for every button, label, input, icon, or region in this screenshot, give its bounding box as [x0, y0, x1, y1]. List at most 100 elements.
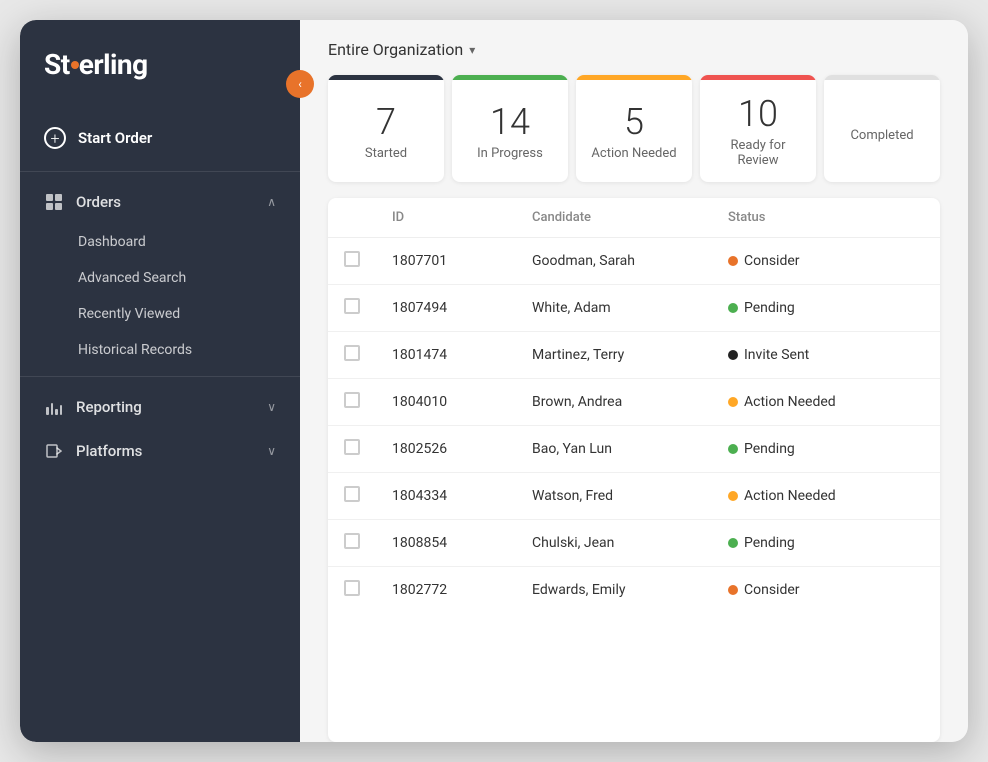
stat-card-action-needed[interactable]: 5 Action Needed [576, 75, 692, 182]
checkbox-input[interactable] [344, 345, 360, 361]
chevron-down-icon-platforms: ∨ [267, 444, 276, 458]
checkbox-input[interactable] [344, 392, 360, 408]
table-body: 1807701 Goodman, Sarah Consider 1807494 … [328, 238, 940, 613]
status-label: Invite Sent [744, 347, 809, 363]
status-label: Pending [744, 300, 795, 316]
sidebar-sub-item-dashboard[interactable]: Dashboard [20, 224, 300, 260]
status-label: Pending [744, 441, 795, 457]
table-row[interactable]: 1804334 Watson, Fred Action Needed [328, 473, 940, 520]
stat-card-started[interactable]: 7 Started [328, 75, 444, 182]
sidebar-collapse-button[interactable]: ‹ [286, 70, 314, 98]
row-id: 1802772 [392, 582, 532, 598]
nav-divider-2 [20, 376, 300, 377]
orders-table: ID Candidate Status 1807701 Goodman, Sar… [328, 198, 940, 742]
start-order-button[interactable]: + Start Order [20, 113, 300, 163]
row-checkbox[interactable] [344, 298, 392, 318]
status-dot-icon [728, 585, 738, 595]
checkbox-input[interactable] [344, 439, 360, 455]
stat-card-completed[interactable]: Completed [824, 75, 940, 182]
logo-dot [71, 61, 79, 69]
org-selector-label: Entire Organization [328, 40, 463, 59]
row-status: Pending [728, 441, 924, 457]
nav-divider [20, 171, 300, 172]
grid-icon [44, 192, 64, 212]
table-row[interactable]: 1802526 Bao, Yan Lun Pending [328, 426, 940, 473]
sidebar-sub-item-recently-viewed[interactable]: Recently Viewed [20, 296, 300, 332]
row-status: Consider [728, 253, 924, 269]
table-row[interactable]: 1801474 Martinez, Terry Invite Sent [328, 332, 940, 379]
row-checkbox[interactable] [344, 486, 392, 506]
org-selector[interactable]: Entire Organization ▾ [328, 40, 475, 59]
table-row[interactable]: 1808854 Chulski, Jean Pending [328, 520, 940, 567]
checkbox-input[interactable] [344, 251, 360, 267]
platforms-icon [44, 441, 64, 461]
stat-card-ready-for-review[interactable]: 10 Ready for Review [700, 75, 816, 182]
chevron-left-icon: ‹ [298, 77, 302, 91]
stat-card-in-progress[interactable]: 14 In Progress [452, 75, 568, 182]
sidebar-sub-item-historical-records[interactable]: Historical Records [20, 332, 300, 368]
start-order-label: Start Order [78, 129, 152, 147]
table-row[interactable]: 1802772 Edwards, Emily Consider [328, 567, 940, 613]
row-status: Action Needed [728, 488, 924, 504]
orders-label: Orders [76, 193, 121, 211]
platforms-label: Platforms [76, 442, 142, 460]
app-container: Sterling ‹ + Start Order Orders [20, 20, 968, 742]
row-checkbox[interactable] [344, 345, 392, 365]
status-label: Pending [744, 535, 795, 551]
row-status: Invite Sent [728, 347, 924, 363]
stat-number-in-progress: 14 [490, 104, 530, 140]
stat-label-completed: Completed [850, 128, 913, 143]
checkbox-input[interactable] [344, 298, 360, 314]
row-status: Action Needed [728, 394, 924, 410]
sidebar-sub-item-advanced-search[interactable]: Advanced Search [20, 260, 300, 296]
row-candidate: Martinez, Terry [532, 347, 728, 363]
chevron-down-icon-reporting: ∨ [267, 400, 276, 414]
row-checkbox[interactable] [344, 533, 392, 553]
stat-label-action-needed: Action Needed [591, 146, 676, 161]
row-checkbox[interactable] [344, 439, 392, 459]
row-id: 1802526 [392, 441, 532, 457]
main-content: Entire Organization ▾ 7 Started 14 In Pr… [300, 20, 968, 742]
logo-text: Sterling [44, 48, 148, 81]
col-candidate-header: Candidate [532, 210, 728, 225]
stat-label-ready-for-review: Ready for Review [712, 138, 804, 168]
sidebar-item-reporting[interactable]: Reporting ∨ [20, 385, 300, 429]
status-label: Consider [744, 253, 800, 269]
row-id: 1804010 [392, 394, 532, 410]
table-header: ID Candidate Status [328, 198, 940, 238]
chevron-up-icon: ∧ [267, 195, 276, 209]
status-label: Action Needed [744, 394, 836, 410]
checkbox-input[interactable] [344, 533, 360, 549]
table-row[interactable]: 1807494 White, Adam Pending [328, 285, 940, 332]
checkbox-input[interactable] [344, 580, 360, 596]
checkbox-input[interactable] [344, 486, 360, 502]
status-dot-icon [728, 538, 738, 548]
status-dot-icon [728, 303, 738, 313]
status-label: Consider [744, 582, 800, 598]
table-row[interactable]: 1804010 Brown, Andrea Action Needed [328, 379, 940, 426]
reporting-label: Reporting [76, 398, 142, 416]
row-checkbox[interactable] [344, 580, 392, 600]
status-dot-icon [728, 350, 738, 360]
stats-row: 7 Started 14 In Progress 5 Action Needed [300, 75, 968, 198]
logo-area: Sterling [20, 20, 300, 105]
table-row[interactable]: 1807701 Goodman, Sarah Consider [328, 238, 940, 285]
plus-icon: + [44, 127, 66, 149]
row-checkbox[interactable] [344, 251, 392, 271]
status-dot-icon [728, 444, 738, 454]
stat-number-started: 7 [376, 104, 396, 140]
row-checkbox[interactable] [344, 392, 392, 412]
dropdown-arrow-icon: ▾ [469, 43, 475, 57]
sidebar-item-orders[interactable]: Orders ∧ [20, 180, 300, 224]
status-dot-icon [728, 256, 738, 266]
row-id: 1807494 [392, 300, 532, 316]
sidebar-nav: + Start Order Orders ∧ Dashboard Adv [20, 105, 300, 742]
stat-label-started: Started [365, 146, 407, 161]
row-candidate: White, Adam [532, 300, 728, 316]
row-id: 1807701 [392, 253, 532, 269]
sidebar-item-platforms[interactable]: Platforms ∨ [20, 429, 300, 473]
row-candidate: Brown, Andrea [532, 394, 728, 410]
row-candidate: Watson, Fred [532, 488, 728, 504]
col-status-header: Status [728, 210, 924, 225]
status-label: Action Needed [744, 488, 836, 504]
